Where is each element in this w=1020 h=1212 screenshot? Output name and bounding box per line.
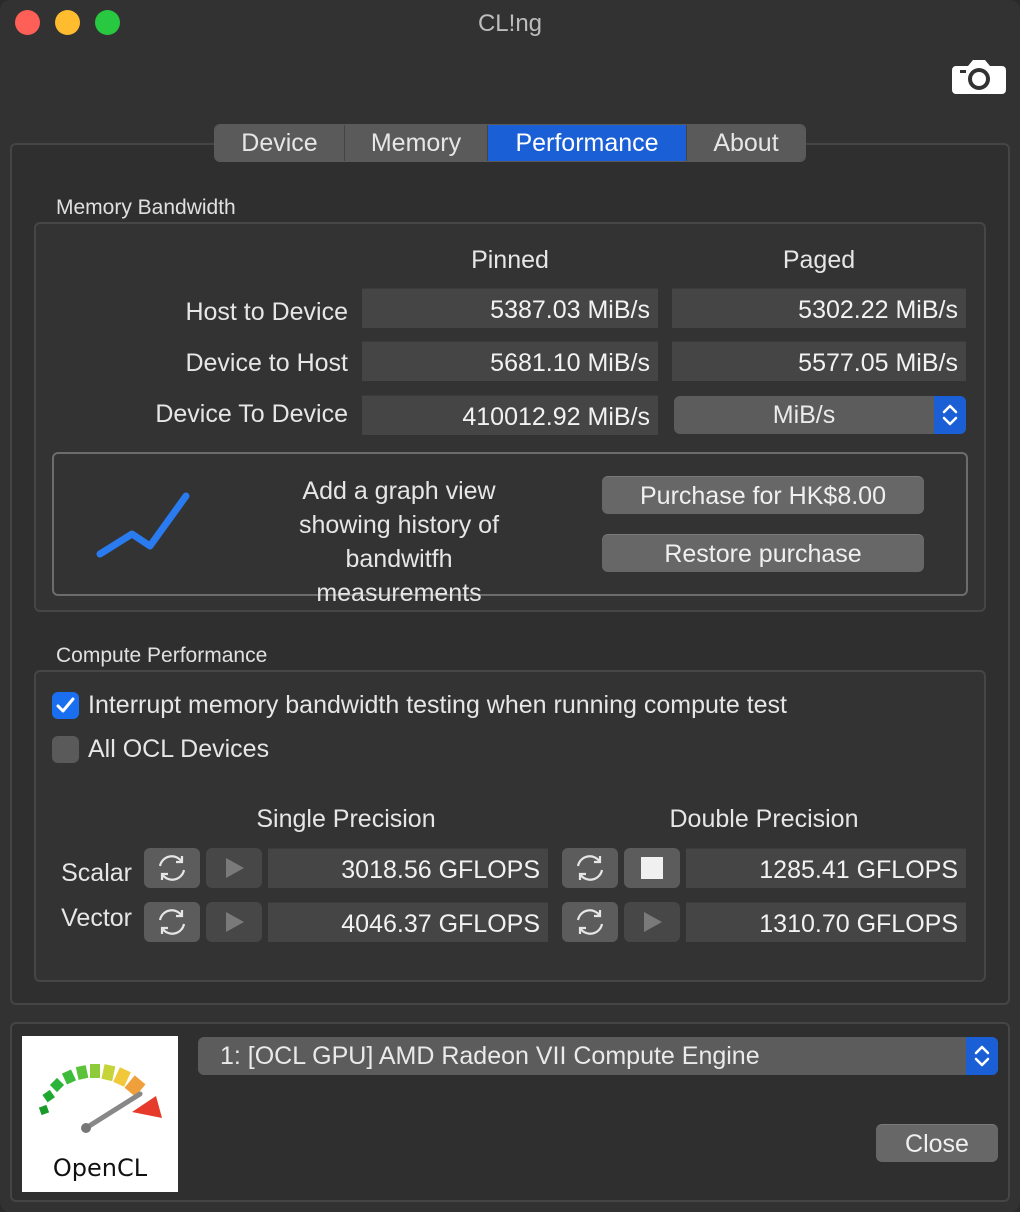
device-to-host-pinned-value: 5681.10 MiB/s [362, 341, 658, 381]
interrupt-checkbox-label[interactable]: Interrupt memory bandwidth testing when … [88, 691, 787, 720]
play-icon [644, 912, 662, 932]
promo-description: Add a graph view showing history of band… [298, 477, 500, 607]
tab-device[interactable]: Device [215, 125, 345, 161]
device-select[interactable]: 1: [OCL GPU] AMD Radeon VII Compute Engi… [198, 1037, 998, 1075]
device-select-value: 1: [OCL GPU] AMD Radeon VII Compute Engi… [220, 1042, 760, 1070]
app-window: CL!ng Device Memory Performance About Me… [0, 0, 1020, 1212]
play-icon [226, 912, 244, 932]
scalar-single-refresh-button[interactable] [144, 848, 200, 888]
pinned-column-header: Pinned [471, 246, 549, 274]
vector-single-refresh-button[interactable] [144, 902, 200, 942]
vector-double-refresh-button[interactable] [562, 902, 618, 942]
vector-double-play-button[interactable] [624, 902, 680, 942]
scalar-double-refresh-button[interactable] [562, 848, 618, 888]
all-ocl-devices-checkbox[interactable] [52, 736, 79, 763]
tab-bar: Device Memory Performance About [214, 124, 806, 162]
opencl-logo-text: OpenCL [52, 1154, 148, 1182]
refresh-icon [158, 855, 186, 881]
restore-purchase-button[interactable]: Restore purchase [602, 534, 924, 572]
vector-label: Vector [61, 904, 132, 932]
paged-column-header: Paged [782, 246, 856, 274]
device-to-host-paged-value: 5577.05 MiB/s [672, 341, 966, 381]
scalar-single-value: 3018.56 GFLOPS [268, 848, 548, 888]
host-to-device-label: Host to Device [185, 298, 348, 326]
vector-single-play-button[interactable] [206, 902, 262, 942]
memory-bandwidth-label: Memory Bandwidth [56, 196, 236, 219]
gauge-icon [38, 1064, 162, 1133]
purchase-button[interactable]: Purchase for HK$8.00 [602, 476, 924, 514]
refresh-icon [158, 909, 186, 935]
single-precision-header: Single Precision [256, 805, 436, 833]
scalar-double-value: 1285.41 GFLOPS [686, 848, 966, 888]
chevron-up-down-icon [942, 404, 958, 426]
tab-about[interactable]: About [687, 125, 805, 161]
all-ocl-devices-label[interactable]: All OCL Devices [88, 735, 269, 764]
popup-arrows [966, 1037, 998, 1075]
unit-popup[interactable]: MiB/s [674, 396, 966, 434]
window-title: CL!ng [477, 10, 543, 37]
interrupt-checkbox[interactable] [52, 692, 79, 719]
tab-performance[interactable]: Performance [488, 125, 687, 161]
device-to-host-label: Device to Host [185, 349, 348, 377]
device-to-device-label: Device To Device [155, 400, 348, 428]
vector-single-value: 4046.37 GFLOPS [268, 902, 548, 942]
vector-double-value: 1310.70 GFLOPS [686, 902, 966, 942]
close-button[interactable]: Close [876, 1124, 998, 1162]
compute-performance-label: Compute Performance [56, 644, 268, 667]
refresh-icon [576, 855, 604, 881]
unit-popup-value: MiB/s [772, 401, 836, 429]
device-to-device-pinned-value: 410012.92 MiB/s [362, 395, 658, 435]
host-to-device-paged-value: 5302.22 MiB/s [672, 288, 966, 328]
title-bar: CL!ng [0, 0, 1020, 48]
refresh-icon [576, 909, 604, 935]
checkmark-icon [56, 697, 75, 713]
tab-memory[interactable]: Memory [345, 125, 488, 161]
scalar-single-play-button[interactable] [206, 848, 262, 888]
opencl-logo: OpenCL [22, 1036, 178, 1192]
graph-line-icon [96, 492, 190, 558]
scalar-label: Scalar [61, 859, 132, 887]
chevron-up-down-icon [974, 1045, 990, 1067]
popup-arrows [934, 396, 966, 434]
graph-upgrade-promo: Add a graph view showing history of band… [52, 452, 968, 607]
host-to-device-pinned-value: 5387.03 MiB/s [362, 288, 658, 328]
camera-icon [952, 60, 1006, 94]
play-icon [226, 858, 244, 878]
scalar-double-stop-button[interactable] [624, 848, 680, 888]
stop-icon [641, 857, 663, 879]
screenshot-button[interactable] [952, 54, 1006, 96]
double-precision-header: Double Precision [669, 805, 859, 833]
